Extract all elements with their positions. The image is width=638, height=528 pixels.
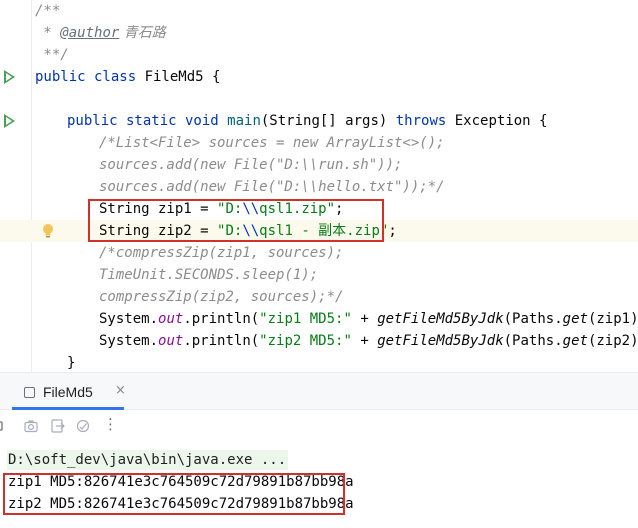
code-line: public class FileMd5 { <box>0 66 638 88</box>
tab-label: FileMd5 <box>43 384 93 400</box>
code-line: sources.add(new File("D:\\run.sh")); <box>0 154 638 176</box>
run-config-icon <box>24 387 35 398</box>
code-line: compressZip(zip2, sources);*/ <box>0 286 638 308</box>
code-editor[interactable]: /** * @author 青石路 **/ public class FileM… <box>0 0 638 372</box>
run-main-icon[interactable] <box>4 114 15 128</box>
intention-bulb-icon[interactable] <box>42 223 54 239</box>
doc-comment-author: * @author 青石路 <box>35 25 166 41</box>
block-comment: /*List<File> sources = new ArrayList<>()… <box>99 135 445 151</box>
code-line: } <box>0 352 638 372</box>
run-tab-bar: FileMd5 × <box>0 372 638 410</box>
console-command-line[interactable]: D:\soft_dev\java\bin\java.exe ... <box>7 450 289 470</box>
author-tag: @author <box>60 25 120 41</box>
code-line: /*compressZip(zip1, sources); <box>0 242 638 264</box>
code-line: sources.add(new File("D:\\hello.txt"));*… <box>0 176 638 198</box>
tab-filemd5[interactable]: FileMd5 × <box>12 373 126 410</box>
more-icon[interactable]: ⋮ <box>103 415 119 433</box>
run-toolbar: ⋮ <box>0 410 638 442</box>
code-line: /*List<File> sources = new ArrayList<>()… <box>0 132 638 154</box>
code-line: TimeUnit.SECONDS.sleep(1); <box>0 264 638 286</box>
println-zip1: System.out.println("zip1 MD5:" + getFile… <box>99 311 638 327</box>
println-zip2: System.out.println("zip2 MD5:" + getFile… <box>99 333 638 349</box>
block-comment: /*compressZip(zip1, sources); <box>99 245 344 261</box>
code-line: **/ <box>0 44 638 66</box>
code-line: /** <box>0 0 638 22</box>
block-comment: sources.add(new File("D:\\run.sh")); <box>99 157 403 173</box>
doc-comment: **/ <box>35 47 69 63</box>
highlight-box-code <box>88 199 384 242</box>
stop-icon[interactable] <box>0 418 6 434</box>
main-method-declaration: public static void main(String[] args) t… <box>67 113 548 129</box>
code-line: System.out.println("zip1 MD5:" + getFile… <box>0 308 638 330</box>
code-line: * @author 青石路 <box>0 22 638 44</box>
settings-icon[interactable] <box>75 418 91 434</box>
block-comment: sources.add(new File("D:\\hello.txt"));*… <box>99 179 445 195</box>
block-comment: compressZip(zip2, sources);*/ <box>99 289 344 305</box>
block-comment: TimeUnit.SECONDS.sleep(1); <box>99 267 319 283</box>
closing-brace: } <box>67 355 76 371</box>
run-tool-window: FileMd5 × ⋮ D:\soft_dev\java\bin\java.ex… <box>0 372 638 528</box>
author-name: 青石路 <box>119 25 166 41</box>
code-line: System.out.println("zip2 MD5:" + getFile… <box>0 330 638 352</box>
camera-icon[interactable] <box>23 418 39 434</box>
run-class-icon[interactable] <box>4 70 15 84</box>
exit-icon[interactable] <box>50 418 66 434</box>
highlight-box-output <box>3 473 345 515</box>
doc-comment: /** <box>35 3 61 19</box>
class-declaration: public class FileMd5 { <box>35 69 221 85</box>
close-tab-icon[interactable]: × <box>115 383 126 398</box>
code-line: public static void main(String[] args) t… <box>0 110 638 132</box>
